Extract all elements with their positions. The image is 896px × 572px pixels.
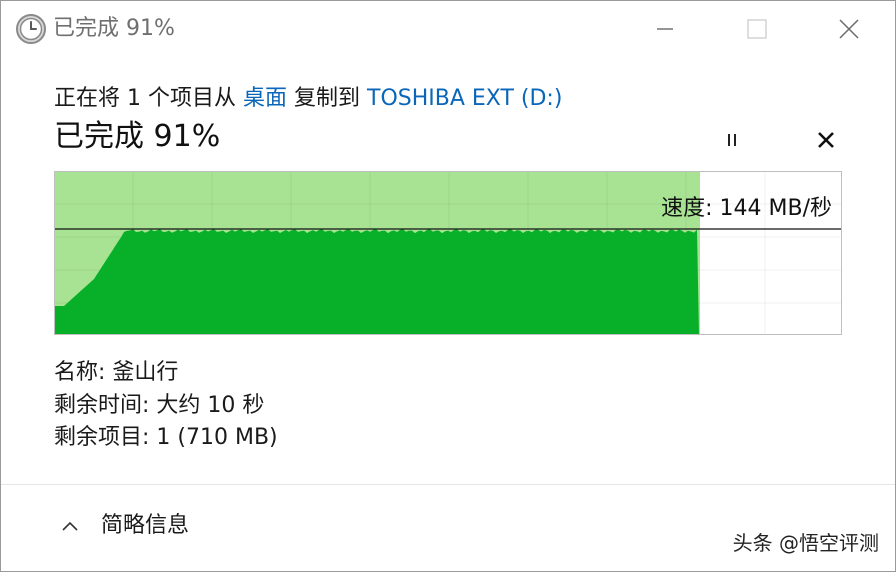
speed-history-area	[55, 229, 699, 334]
copy-progress-window: 已完成 91% 正在将 1 个项目从 桌面 复制到 TOSHIBA EXT (D…	[0, 0, 896, 572]
items-remaining-value: 1 (710 MB)	[156, 425, 278, 450]
description-middle: 复制到	[287, 86, 367, 111]
maximize-button[interactable]	[737, 9, 777, 49]
name-label: 名称:	[54, 360, 106, 385]
percent-complete: 已完成 91%	[54, 119, 221, 154]
name-value: 釜山行	[112, 360, 179, 385]
time-remaining-value: 大约 10 秒	[156, 392, 265, 418]
fewer-details-toggle[interactable]: 简略信息	[59, 511, 189, 541]
cancel-icon	[818, 132, 834, 148]
items-remaining-label: 剩余项目:	[54, 425, 150, 450]
details-panel: 名称: 釜山行 剩余时间: 大约 10 秒 剩余项目: 1 (710 MB)	[54, 357, 278, 455]
detail-items-row: 剩余项目: 1 (710 MB)	[54, 422, 278, 455]
speed-label: 速度: 144 MB/秒	[661, 196, 832, 221]
title-bar: 已完成 91%	[1, 1, 895, 57]
speed-graph: 速度: 144 MB/秒	[54, 171, 842, 335]
cancel-button[interactable]	[811, 125, 841, 155]
maximize-icon	[747, 19, 767, 39]
clock-icon	[15, 13, 47, 45]
pause-icon	[728, 134, 736, 146]
fewer-details-label: 简略信息	[101, 513, 190, 538]
detail-time-row: 剩余时间: 大约 10 秒	[54, 390, 278, 423]
destination-link[interactable]: TOSHIBA EXT (D:)	[367, 86, 562, 111]
chevron-up-icon	[62, 521, 78, 531]
source-link[interactable]: 桌面	[243, 86, 287, 111]
minimize-button[interactable]	[645, 9, 685, 49]
minimize-icon	[657, 28, 673, 30]
detail-name-row: 名称: 釜山行	[54, 357, 278, 390]
close-icon	[839, 19, 859, 39]
description-prefix: 正在将 1 个项目从	[54, 86, 243, 111]
time-remaining-label: 剩余时间:	[54, 392, 150, 418]
footer: 简略信息 头条 @悟空评测	[1, 485, 895, 571]
watermark: 头条 @悟空评测	[732, 531, 879, 555]
window-title: 已完成 91%	[53, 16, 175, 41]
pause-button[interactable]	[717, 125, 747, 155]
copy-description: 正在将 1 个项目从 桌面 复制到 TOSHIBA EXT (D:)	[54, 84, 562, 114]
close-button[interactable]	[829, 9, 869, 49]
